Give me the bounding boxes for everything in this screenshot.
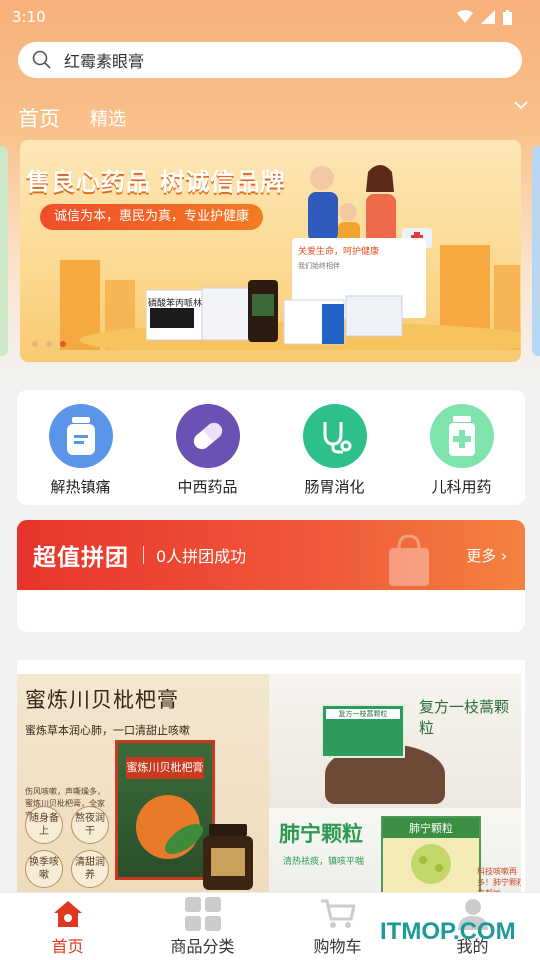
promo-seal: 换季咳嗽	[25, 850, 63, 888]
wifi-icon	[457, 10, 473, 23]
banner-card-sub: 我们始终相伴	[298, 262, 340, 270]
banner-prev-peek	[0, 146, 8, 356]
status-bar: 3:10	[0, 0, 540, 34]
promo-tile-pipa-syrup[interactable]: 蜜炼川贝枇杷膏 蜜炼草本润心肺，一口清甜止咳嗽 伤风咳嗽，声嘶燥多，蜜炼川贝枇杷…	[17, 674, 269, 892]
promo-tile-title: 复方一枝蒿颗粒	[419, 698, 510, 737]
more-label: 更多	[466, 546, 497, 565]
category-digestive[interactable]: 肠胃消化	[280, 404, 390, 497]
promo-tile-yizhihao[interactable]: 复方一枝蒿颗粒 复方一枝蒿颗粒	[269, 674, 521, 808]
promo-seal: 熬夜润干	[71, 806, 109, 844]
category-chinese-western[interactable]: 中西药品	[153, 404, 263, 497]
chevron-down-icon[interactable]	[514, 100, 528, 110]
category-label: 解热镇痛	[50, 478, 111, 496]
search-bar[interactable]: 红霉素眼膏	[18, 42, 522, 78]
banner-pagination	[32, 341, 66, 347]
product-box-image: 蜜炼川贝枇杷膏	[115, 740, 215, 880]
chevron-right-icon: ›	[501, 546, 507, 565]
status-time: 3:10	[12, 8, 46, 26]
status-icons	[457, 9, 512, 25]
nav-home[interactable]: 首页	[8, 897, 128, 957]
banner-card-title: 关爱生命，呵护健康	[298, 247, 380, 257]
group-buy-more-link[interactable]: 更多 ›	[466, 545, 507, 566]
nav-label: 首页	[51, 936, 84, 956]
banner-title: 售良心药品 树诚信品牌	[26, 168, 286, 196]
shopping-bag-icon	[389, 534, 429, 586]
promo-seal: 随身备上	[25, 806, 63, 844]
medicine-bottle-icon	[429, 404, 494, 468]
group-buy-card: 超值拼团 0人拼团成功 更多 ›	[17, 520, 525, 632]
battery-icon	[503, 9, 512, 25]
tab-featured[interactable]: 精选	[90, 105, 126, 131]
product-box-label: 复方一枝蒿颗粒	[326, 709, 400, 719]
site-watermark: ITMOP.COM	[380, 918, 516, 945]
category-label: 肠胃消化	[304, 478, 365, 496]
cart-icon	[320, 897, 355, 931]
promo-banner[interactable]: 售良心药品 树诚信品牌 诚信为本，惠民为真，专业护健康 关爱生命，呵护健康 我们…	[20, 140, 521, 362]
promo-tile-title: 肺宁颗粒	[279, 822, 363, 846]
syrup-jar-illustration	[203, 824, 253, 890]
banner-dot[interactable]	[46, 341, 52, 347]
grid-icon	[184, 896, 221, 931]
stethoscope-icon	[302, 404, 367, 468]
promo-tile-feining[interactable]: 肺宁颗粒 清热祛痰，镇咳平喘 肺宁颗粒 科技咳嗽再多！肺宁颗粒来帮忙	[269, 808, 521, 892]
nav-label: 购物车	[313, 936, 362, 956]
banner-dot-active[interactable]	[60, 341, 66, 347]
product-box-label: 蜜炼川贝枇杷膏	[126, 757, 204, 779]
product-box-label: 肺宁颗粒	[383, 818, 479, 838]
product-box-image: 肺宁颗粒	[381, 816, 481, 892]
product-box-label: 磷酸苯丙哌林	[148, 299, 203, 309]
group-buy-header[interactable]: 超值拼团 0人拼团成功 更多 ›	[17, 520, 525, 590]
group-buy-title: 超值拼团	[33, 545, 129, 571]
category-grid: 解热镇痛 中西药品 肠胃消化 儿科用药	[17, 390, 525, 505]
nav-label: 商品分类	[170, 936, 235, 956]
home-icon	[52, 897, 84, 931]
promo-tile-note: 科技咳嗽再多！肺宁颗粒来帮忙	[477, 867, 521, 892]
signal-icon	[481, 10, 495, 24]
divider	[143, 546, 144, 564]
promo-seal: 清甜润养	[71, 850, 109, 888]
pill-bottle-icon	[48, 404, 113, 468]
category-fever-pain[interactable]: 解热镇痛	[26, 404, 136, 497]
search-icon	[32, 50, 51, 69]
medicine-boxes-illustration	[146, 280, 403, 345]
capsule-icon	[175, 404, 240, 468]
category-pediatric[interactable]: 儿科用药	[407, 404, 517, 497]
loquat-fruit-illustration	[136, 795, 203, 859]
promo-section: 蜜炼川贝枇杷膏 蜜炼草本润心肺，一口清甜止咳嗽 伤风咳嗽，声嘶燥多，蜜炼川贝枇杷…	[17, 660, 525, 892]
category-label: 儿科用药	[431, 478, 492, 496]
banner-subtitle: 诚信为本，惠民为真，专业护健康	[40, 204, 264, 230]
granules-illustration	[411, 844, 451, 884]
promo-tile-title: 蜜炼川贝枇杷膏	[25, 688, 179, 712]
nav-categories[interactable]: 商品分类	[143, 896, 263, 957]
category-label: 中西药品	[177, 478, 238, 496]
promo-tile-subtitle: 蜜炼草本润心肺，一口清甜止咳嗽	[25, 724, 190, 737]
top-tabs: 首页 精选	[18, 100, 528, 136]
banner-dot[interactable]	[32, 341, 38, 347]
product-box-image: 复方一枝蒿颗粒	[321, 704, 405, 758]
promo-tile-subtitle: 清热祛痰，镇咳平喘	[283, 857, 365, 867]
banner-next-peek	[532, 146, 540, 356]
tab-home[interactable]: 首页	[18, 103, 60, 133]
search-input[interactable]: 红霉素眼膏	[64, 48, 144, 72]
group-buy-status: 0人拼团成功	[156, 547, 247, 566]
